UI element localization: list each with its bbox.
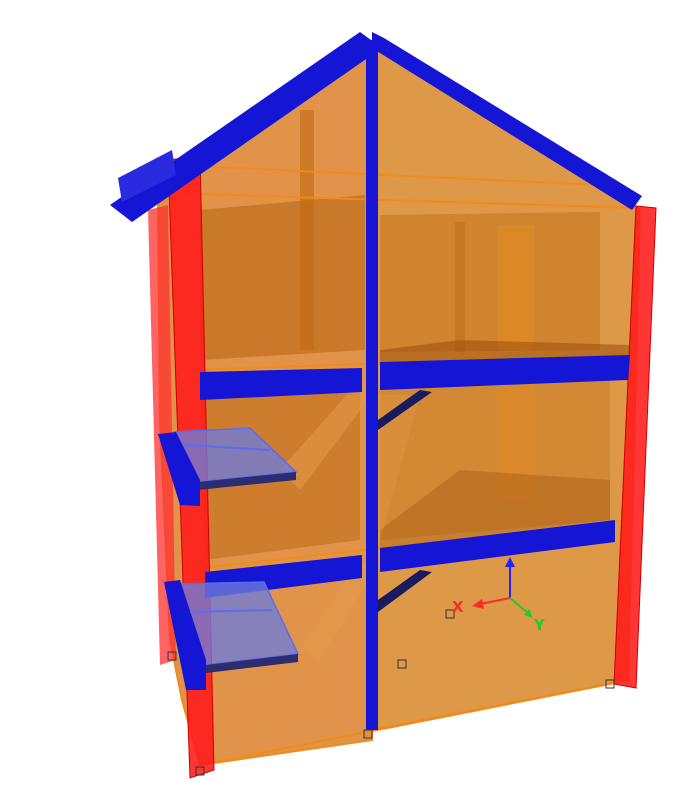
interior-column (498, 225, 534, 350)
interior-partition (455, 222, 465, 352)
model-3d-viewport[interactable]: X Y (0, 0, 696, 797)
interior-back-panel (200, 195, 365, 360)
interior-back-panel (380, 212, 600, 352)
center-column (366, 40, 378, 730)
interior-partition (300, 110, 314, 350)
x-axis-label: X (452, 598, 464, 616)
y-axis-label: Y (533, 616, 546, 634)
